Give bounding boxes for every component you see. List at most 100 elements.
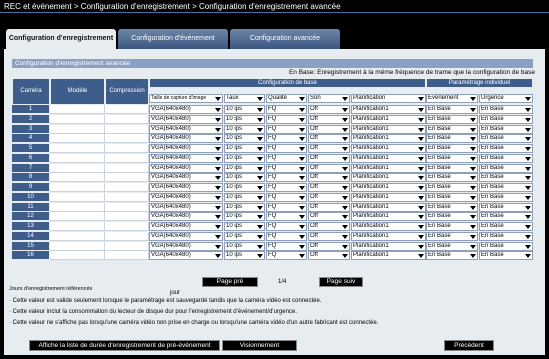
- quality-select[interactable]: FQ: [266, 173, 307, 183]
- schedule-select[interactable]: Planification1: [351, 153, 426, 163]
- sound-select[interactable]: Off: [308, 231, 350, 241]
- rate-select[interactable]: 10 ips: [224, 173, 265, 183]
- header-urgence-select[interactable]: Urgence: [479, 94, 533, 103]
- urgence-select[interactable]: En Base: [479, 105, 533, 114]
- quality-select[interactable]: FQ: [266, 105, 307, 114]
- rate-select[interactable]: 10 ips: [224, 134, 265, 144]
- quality-select[interactable]: FQ: [266, 192, 307, 202]
- capture-size-select[interactable]: VGA(640x480): [149, 163, 223, 173]
- sound-select[interactable]: Off: [308, 251, 350, 261]
- sound-select[interactable]: Off: [308, 105, 350, 114]
- header-schedule-select[interactable]: Planification: [351, 94, 426, 103]
- event-select[interactable]: En Base: [426, 183, 478, 192]
- quality-select[interactable]: FQ: [266, 163, 307, 173]
- urgence-select[interactable]: En Base: [479, 134, 533, 144]
- urgence-select[interactable]: En Base: [479, 114, 533, 124]
- event-select[interactable]: En Base: [426, 144, 478, 153]
- event-select[interactable]: En Base: [426, 241, 478, 251]
- urgence-select[interactable]: En Base: [479, 153, 533, 163]
- sound-select[interactable]: Off: [308, 153, 350, 163]
- header-quality-select[interactable]: Qualité: [266, 94, 307, 103]
- event-select[interactable]: En Base: [426, 231, 478, 241]
- rate-select[interactable]: 10 ips: [224, 202, 265, 212]
- sound-select[interactable]: Off: [308, 241, 350, 251]
- schedule-select[interactable]: Planification1: [351, 202, 426, 212]
- sound-select[interactable]: Off: [308, 183, 350, 192]
- sound-select[interactable]: Off: [308, 134, 350, 144]
- capture-size-select[interactable]: VGA(640x480): [149, 241, 223, 251]
- sound-select[interactable]: Off: [308, 212, 350, 222]
- rate-select[interactable]: 10 ips: [224, 183, 265, 192]
- event-select[interactable]: En Base: [426, 114, 478, 124]
- capture-size-select[interactable]: VGA(640x480): [149, 144, 223, 153]
- capture-size-select[interactable]: VGA(640x480): [149, 222, 223, 231]
- capture-size-select[interactable]: VGA(640x480): [149, 212, 223, 222]
- header-capture-size-select[interactable]: Taille de capture d'image: [149, 94, 223, 103]
- schedule-select[interactable]: Planification1: [351, 173, 426, 183]
- sound-select[interactable]: Off: [308, 124, 350, 134]
- rate-select[interactable]: 10 ips: [224, 105, 265, 114]
- capture-size-select[interactable]: VGA(640x480): [149, 251, 223, 261]
- view-button[interactable]: Visionnement: [222, 340, 297, 351]
- quality-select[interactable]: FQ: [266, 222, 307, 231]
- rate-select[interactable]: 10 ips: [224, 241, 265, 251]
- capture-size-select[interactable]: VGA(640x480): [149, 105, 223, 114]
- schedule-select[interactable]: Planification1: [351, 124, 426, 134]
- event-select[interactable]: En Base: [426, 134, 478, 144]
- schedule-select[interactable]: Planification1: [351, 231, 426, 241]
- schedule-select[interactable]: Planification1: [351, 105, 426, 114]
- schedule-select[interactable]: Planification1: [351, 183, 426, 192]
- sound-select[interactable]: Off: [308, 144, 350, 153]
- capture-size-select[interactable]: VGA(640x480): [149, 124, 223, 134]
- sound-select[interactable]: Off: [308, 173, 350, 183]
- event-select[interactable]: En Base: [426, 212, 478, 222]
- next-page-button[interactable]: Page suiv: [319, 277, 363, 287]
- rate-select[interactable]: 10 ips: [224, 114, 265, 124]
- urgence-select[interactable]: En Base: [479, 192, 533, 202]
- urgence-select[interactable]: En Base: [479, 231, 533, 241]
- sound-select[interactable]: Off: [308, 114, 350, 124]
- urgence-select[interactable]: En Base: [479, 202, 533, 212]
- header-event-select[interactable]: Événement: [426, 94, 478, 103]
- schedule-select[interactable]: Planification1: [351, 241, 426, 251]
- tab-event-config[interactable]: Configuration d'événement: [118, 29, 228, 49]
- rate-select[interactable]: 10 ips: [224, 124, 265, 134]
- quality-select[interactable]: FQ: [266, 134, 307, 144]
- urgence-select[interactable]: En Base: [479, 222, 533, 231]
- rate-select[interactable]: 10 ips: [224, 212, 265, 222]
- quality-select[interactable]: FQ: [266, 231, 307, 241]
- urgence-select[interactable]: En Base: [479, 163, 533, 173]
- urgence-select[interactable]: En Base: [479, 251, 533, 261]
- tab-advanced-config[interactable]: Configuration avancée: [230, 29, 340, 49]
- capture-size-select[interactable]: VGA(640x480): [149, 231, 223, 241]
- capture-size-select[interactable]: VGA(640x480): [149, 202, 223, 212]
- urgence-select[interactable]: En Base: [479, 144, 533, 153]
- schedule-select[interactable]: Planification1: [351, 144, 426, 153]
- event-select[interactable]: En Base: [426, 124, 478, 134]
- urgence-select[interactable]: En Base: [479, 173, 533, 183]
- capture-size-select[interactable]: VGA(640x480): [149, 114, 223, 124]
- urgence-select[interactable]: En Base: [479, 124, 533, 134]
- quality-select[interactable]: FQ: [266, 144, 307, 153]
- event-select[interactable]: En Base: [426, 222, 478, 231]
- event-select[interactable]: En Base: [426, 163, 478, 173]
- tab-recording-config[interactable]: Configuration d'enregistrement: [6, 29, 116, 49]
- rate-select[interactable]: 10 ips: [224, 192, 265, 202]
- sound-select[interactable]: Off: [308, 163, 350, 173]
- schedule-select[interactable]: Planification1: [351, 222, 426, 231]
- quality-select[interactable]: FQ: [266, 241, 307, 251]
- schedule-select[interactable]: Planification1: [351, 134, 426, 144]
- schedule-select[interactable]: Planification1: [351, 192, 426, 202]
- event-select[interactable]: En Base: [426, 153, 478, 163]
- capture-size-select[interactable]: VGA(640x480): [149, 183, 223, 192]
- schedule-select[interactable]: Planification1: [351, 163, 426, 173]
- event-select[interactable]: En Base: [426, 192, 478, 202]
- rate-select[interactable]: 10 ips: [224, 144, 265, 153]
- quality-select[interactable]: FQ: [266, 114, 307, 124]
- event-select[interactable]: En Base: [426, 173, 478, 183]
- urgence-select[interactable]: En Base: [479, 241, 533, 251]
- rate-select[interactable]: 10 ips: [224, 153, 265, 163]
- event-select[interactable]: En Base: [426, 251, 478, 261]
- sound-select[interactable]: Off: [308, 202, 350, 212]
- rate-select[interactable]: 10 ips: [224, 231, 265, 241]
